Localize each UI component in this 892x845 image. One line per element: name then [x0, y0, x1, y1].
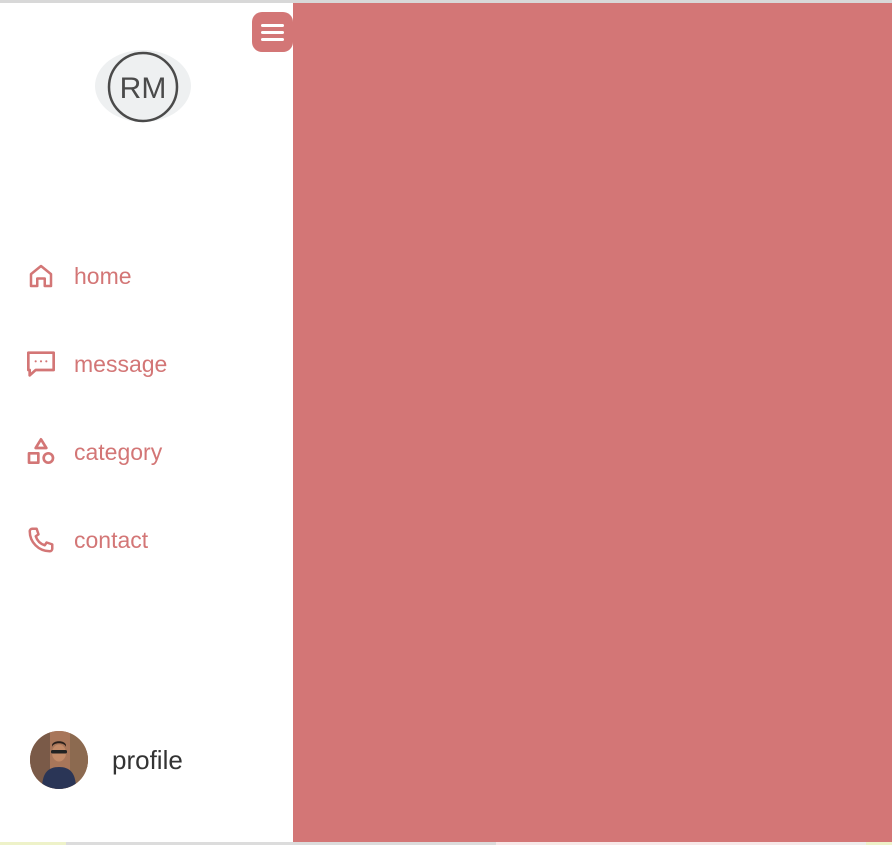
rm-monogram-icon: RM	[107, 51, 179, 123]
avatar	[30, 731, 88, 789]
category-icon	[24, 435, 58, 469]
sidebar-item-home[interactable]: home	[24, 256, 264, 296]
svg-text:RM: RM	[120, 72, 167, 105]
sidebar-item-label: contact	[74, 526, 149, 553]
sidebar-item-category[interactable]: category	[24, 432, 264, 472]
menu-toggle-button[interactable]	[252, 12, 293, 52]
sidebar-item-label: home	[74, 262, 132, 289]
profile-link[interactable]: profile	[30, 730, 183, 790]
logo: RM	[95, 50, 191, 123]
main-content-area	[293, 3, 892, 842]
message-icon	[24, 347, 58, 381]
sidebar-item-label: category	[74, 438, 163, 465]
hamburger-icon	[261, 24, 284, 27]
sidebar	[0, 3, 293, 842]
sidebar-item-message[interactable]: message	[24, 344, 264, 384]
home-icon	[24, 259, 58, 293]
sidebar-item-contact[interactable]: contact	[24, 520, 264, 560]
phone-icon	[24, 523, 58, 557]
sidebar-item-label: message	[74, 350, 168, 377]
profile-label: profile	[112, 744, 183, 775]
